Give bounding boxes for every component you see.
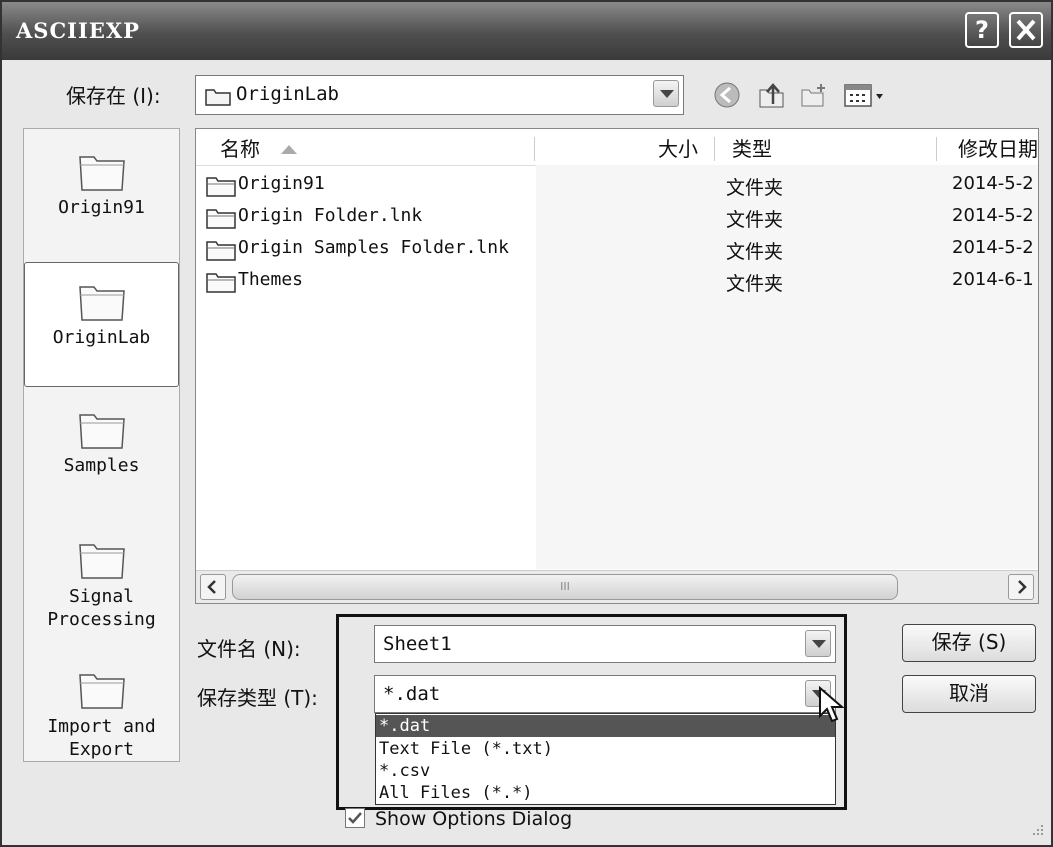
resize-grip-icon[interactable] <box>1026 820 1046 840</box>
place-signal-processing[interactable]: Signal Processing <box>24 535 179 631</box>
folder-icon <box>206 209 236 229</box>
file-row[interactable]: Origin Samples Folder.lnk 文件夹 2014-5-2 <box>206 235 1036 267</box>
folder-icon <box>78 674 125 709</box>
help-button[interactable]: ? <box>965 12 999 48</box>
place-import-export[interactable]: Import and Export <box>24 665 179 761</box>
back-icon[interactable] <box>712 80 742 110</box>
column-divider <box>714 137 715 161</box>
folder-icon <box>206 273 236 293</box>
save-in-combo[interactable]: OriginLab <box>195 75 684 115</box>
place-label: Origin91 <box>58 197 145 218</box>
places-bar: Origin91 OriginLab Samples Signal Proces… <box>23 128 180 762</box>
show-options-label: Show Options Dialog <box>375 808 573 830</box>
file-modified: 2014-6-1 <box>952 269 1034 290</box>
file-modified: 2014-5-2 <box>952 205 1034 226</box>
column-divider <box>534 137 535 161</box>
window-title: ASCIIEXP <box>16 18 140 43</box>
scroll-left-button[interactable] <box>200 574 226 600</box>
folder-icon <box>78 414 125 449</box>
file-name: Origin Folder.lnk <box>238 205 423 226</box>
chevron-down-icon[interactable] <box>653 80 679 107</box>
column-header-bar <box>196 129 1038 166</box>
close-button[interactable] <box>1009 12 1043 48</box>
folder-icon <box>206 241 236 261</box>
place-label: Samples <box>63 455 140 476</box>
file-name: Themes <box>238 269 304 290</box>
close-icon <box>1016 19 1036 41</box>
show-options-checkbox[interactable] <box>345 808 365 828</box>
column-header-size[interactable]: 大小 <box>658 129 698 165</box>
save-button[interactable]: 保存 (S) <box>902 624 1036 662</box>
file-row[interactable]: Themes 文件夹 2014-6-1 <box>206 267 1036 299</box>
save-in-value: OriginLab <box>236 83 339 105</box>
file-type: 文件夹 <box>726 209 784 231</box>
folder-icon <box>205 89 231 106</box>
column-header-type[interactable]: 类型 <box>732 129 772 165</box>
folder-icon <box>206 177 236 197</box>
file-list[interactable]: 名称 大小 类型 修改日期 Origin91 文件夹 2014-5-2 Orig… <box>195 128 1039 604</box>
place-origin91[interactable]: Origin91 <box>24 147 179 218</box>
view-menu-icon[interactable] <box>843 80 889 110</box>
file-row[interactable]: Origin91 文件夹 2014-5-2 <box>206 171 1036 203</box>
column-header-name[interactable]: 名称 <box>220 129 300 165</box>
file-name: Origin Samples Folder.lnk <box>238 237 509 258</box>
mouse-pointer-icon <box>819 686 845 723</box>
place-label: OriginLab <box>52 327 151 348</box>
file-name: Origin91 <box>238 173 325 194</box>
place-label: Import and Export <box>47 716 156 760</box>
checkmark-icon <box>348 812 362 824</box>
place-samples[interactable]: Samples <box>24 405 179 476</box>
highlight-frame <box>336 614 847 810</box>
chevron-right-icon <box>1018 580 1027 594</box>
folder-icon <box>78 156 125 191</box>
filename-label: 文件名 (N): <box>197 637 301 661</box>
file-modified: 2014-5-2 <box>952 237 1034 258</box>
file-type: 文件夹 <box>726 177 784 199</box>
filetype-label: 保存类型 (T): <box>197 686 318 710</box>
scroll-right-button[interactable] <box>1008 574 1034 600</box>
file-row[interactable]: Origin Folder.lnk 文件夹 2014-5-2 <box>206 203 1036 235</box>
place-label: Signal Processing <box>47 586 156 630</box>
file-type: 文件夹 <box>726 241 784 263</box>
save-in-label: 保存在 (I): <box>66 84 161 108</box>
horizontal-scrollbar[interactable]: III <box>196 570 1038 603</box>
sort-ascending-icon <box>281 145 298 154</box>
folder-icon <box>78 286 125 321</box>
scroll-thumb[interactable]: III <box>232 574 898 600</box>
file-modified: 2014-5-2 <box>952 173 1034 194</box>
column-header-modified[interactable]: 修改日期 <box>958 129 1038 165</box>
title-bar[interactable]: ASCIIEXP ? <box>2 2 1051 60</box>
column-divider <box>936 137 937 161</box>
file-type: 文件夹 <box>726 273 784 295</box>
new-folder-icon[interactable] <box>799 80 829 110</box>
chevron-left-icon <box>207 580 216 594</box>
up-folder-icon[interactable] <box>757 80 787 110</box>
save-dialog: ASCIIEXP ? 保存在 (I): OriginLab Origin91 O… <box>0 0 1053 847</box>
cancel-button[interactable]: 取消 <box>902 675 1036 713</box>
place-originlab[interactable]: OriginLab <box>24 262 179 387</box>
folder-icon <box>78 544 125 579</box>
